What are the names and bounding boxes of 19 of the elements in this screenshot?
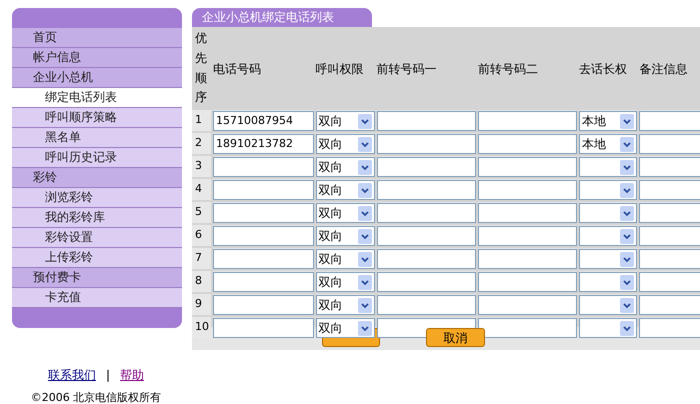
row-number: 9 bbox=[195, 297, 202, 310]
row-number: 6 bbox=[195, 228, 202, 242]
row-number: 1 bbox=[195, 113, 202, 126]
row-number: 8 bbox=[195, 274, 202, 288]
column-header: 前转号码一 bbox=[376, 62, 437, 76]
separator-text: | bbox=[104, 367, 112, 384]
row-number: 10 bbox=[195, 320, 209, 334]
row-number: 3 bbox=[195, 159, 202, 172]
column-header: 电话号码 bbox=[212, 62, 261, 76]
row-number: 2 bbox=[195, 136, 202, 150]
column-header: 呼叫权限 bbox=[316, 62, 364, 76]
copyright-text: ©2006 北京电信版权所有 bbox=[30, 390, 162, 404]
row-number: 7 bbox=[195, 251, 202, 264]
column-header: 去话长权 bbox=[579, 62, 628, 76]
column-header: 备注信息 bbox=[639, 62, 688, 76]
column-header: 前转号码二 bbox=[478, 62, 538, 76]
column-header: 优先顺序 bbox=[195, 30, 207, 106]
row-number: 5 bbox=[195, 205, 202, 218]
row-number: 4 bbox=[195, 182, 202, 196]
